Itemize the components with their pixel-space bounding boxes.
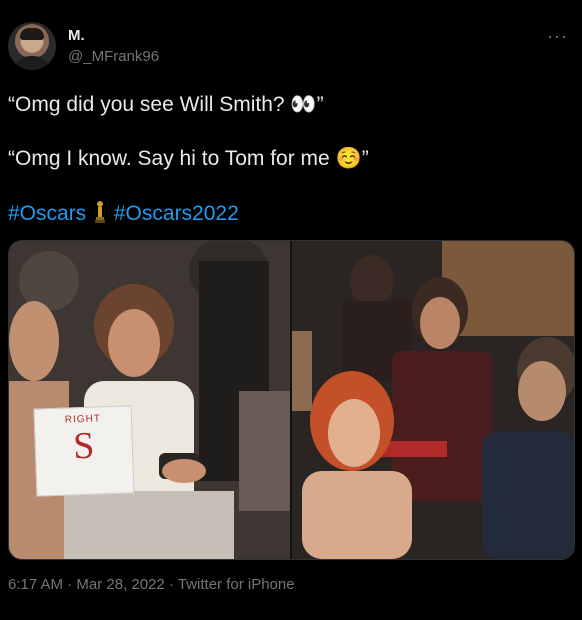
tweet-source[interactable]: Twitter for iPhone xyxy=(178,576,295,593)
oscar-trophy-icon xyxy=(92,200,108,231)
avatar-shirt xyxy=(14,56,50,70)
tweet-time[interactable]: 6:17 AM xyxy=(8,576,63,593)
author-handle[interactable]: @_MFrank96 xyxy=(68,48,159,65)
meta-separator: · xyxy=(67,576,77,593)
seat-sign: RIGHT S xyxy=(33,405,135,497)
meta-separator: · xyxy=(168,576,178,593)
tweet-meta: 6:17 AM · Mar 28, 2022 · Twitter for iPh… xyxy=(8,576,295,593)
seat-sign-letter: S xyxy=(72,424,96,468)
tweet-date[interactable]: Mar 28, 2022 xyxy=(76,576,164,593)
avatar[interactable] xyxy=(8,22,56,70)
photo-left[interactable]: RIGHT S xyxy=(9,241,290,559)
author-display-name[interactable]: M. xyxy=(68,27,85,44)
hashtag-row: #Oscars #Oscars2022 xyxy=(8,200,239,231)
tweet-text-line-1: “Omg did you see Will Smith? 👀” xyxy=(8,93,324,116)
tweet-text-line-2: “Omg I know. Say hi to Tom for me ☺️” xyxy=(8,147,369,170)
avatar-hair xyxy=(20,28,44,40)
hashtag-oscars[interactable]: #Oscars xyxy=(8,202,86,225)
more-horizontal-icon[interactable]: ··· xyxy=(547,26,568,47)
media-grid[interactable]: RIGHT S xyxy=(8,240,575,560)
photo-right[interactable] xyxy=(292,241,574,559)
hashtag-oscars2022[interactable]: #Oscars2022 xyxy=(114,202,239,225)
